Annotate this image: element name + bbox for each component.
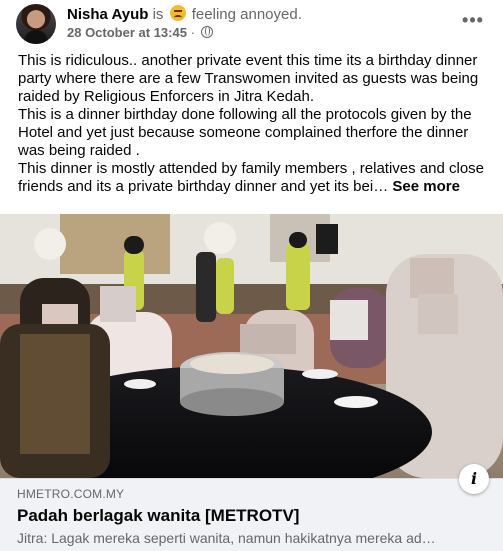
post-options-button[interactable]: ••• (461, 10, 485, 34)
feeling-prefix: is (152, 6, 164, 23)
author-line: Nisha Ayub is feeling annoyed. (67, 5, 302, 24)
info-icon[interactable]: i (459, 464, 489, 494)
link-description: Jitra: Lagak mereka seperti wanita, namu… (17, 530, 436, 546)
post-body-text: This is ridiculous.. another private eve… (18, 52, 490, 196)
author-avatar[interactable] (16, 4, 56, 44)
link-preview-image[interactable] (0, 214, 503, 478)
meta-separator: · (190, 25, 195, 40)
see-more-link[interactable]: See more (392, 178, 460, 195)
post-meta: 28 October at 13:45 · (67, 25, 213, 40)
link-preview-card[interactable]: HMETRO.COM.MY Padah berlagak wanita [MET… (0, 478, 503, 551)
post-header: Nisha Ayub is feeling annoyed. 28 Octobe… (0, 0, 503, 48)
post-timestamp-link[interactable]: 28 October at 13:45 (67, 25, 187, 40)
post-text-paragraph: This is a dinner birthday done following… (18, 106, 472, 159)
globe-icon[interactable] (200, 26, 213, 38)
link-domain: HMETRO.COM.MY (17, 487, 125, 501)
post-text-paragraph: This dinner is mostly attended by family… (18, 160, 490, 196)
author-name-link[interactable]: Nisha Ayub (67, 6, 148, 23)
annoyed-face-icon (169, 5, 186, 21)
feeling-text: feeling annoyed. (191, 6, 302, 23)
link-title[interactable]: Padah berlagak wanita [METROTV] (17, 506, 299, 526)
event-photo (0, 214, 503, 478)
post-text-paragraph: This is ridiculous.. another private eve… (18, 52, 479, 105)
